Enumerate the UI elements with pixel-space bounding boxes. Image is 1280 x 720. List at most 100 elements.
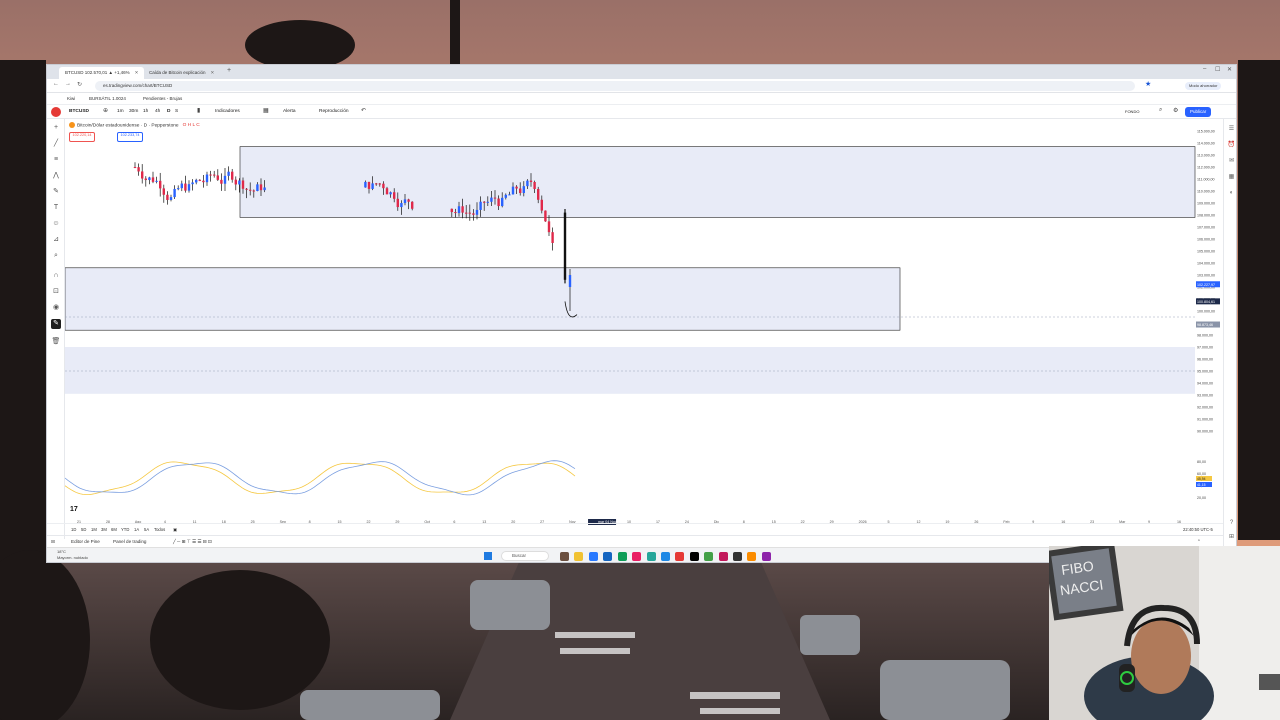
add-symbol-icon[interactable]: ⊕ <box>103 107 108 114</box>
chat-icon[interactable]: ✉ <box>1227 157 1236 166</box>
fib-icon[interactable]: ≡ <box>51 155 61 165</box>
grid-icon[interactable]: ⊞ <box>1227 533 1236 542</box>
bookmark-item[interactable]: BURSÁTIL 1.0024 <box>89 95 126 103</box>
taskbar-search[interactable]: Buscar <box>501 551 549 561</box>
settings-icon[interactable]: ⚙ <box>1173 107 1178 114</box>
forward-icon[interactable]: → <box>65 81 71 87</box>
url-input[interactable]: es.tradingview.com/chart/BTCUSD <box>95 81 1135 91</box>
close-window-icon[interactable]: ✕ <box>1227 66 1232 73</box>
edge-icon[interactable] <box>589 552 598 561</box>
calendar-range-icon[interactable]: ▣ <box>173 526 177 534</box>
profile-button[interactable]: Modo ahorrador <box>1185 82 1222 90</box>
active-tool-icon[interactable]: ✎ <box>51 319 61 329</box>
file-explorer-icon[interactable] <box>574 552 583 561</box>
pine-editor-tab[interactable]: Editor de Pine <box>71 538 100 546</box>
range-all[interactable]: Todos <box>154 526 165 534</box>
bookmark-item[interactable]: Pendientes - Brujas <box>143 95 182 103</box>
tab-article[interactable]: Caída de Bitcoin explicación ✕ <box>143 67 220 79</box>
range-5d[interactable]: 5D <box>81 526 86 534</box>
drawing-tools-strip[interactable]: ╱ ─ ⊞ ⊤ ☰ ☰ ⊟ ⊡ <box>173 538 212 546</box>
taskview-icon[interactable] <box>560 552 569 561</box>
price-axis-label: 98.000,00 <box>1197 334 1213 338</box>
instagram-icon[interactable] <box>719 552 728 561</box>
netflix-icon[interactable] <box>675 552 684 561</box>
candle-body <box>472 213 475 215</box>
alert-button[interactable]: Alerta <box>283 108 296 116</box>
reload-icon[interactable]: ↻ <box>77 81 82 88</box>
zoom-icon[interactable]: ⌕ <box>51 251 61 261</box>
interval-30m[interactable]: 30m <box>129 108 138 116</box>
range-1m[interactable]: 1M <box>91 526 97 534</box>
store-icon[interactable] <box>603 552 612 561</box>
ideas-icon[interactable]: ◐ <box>1227 189 1236 198</box>
candle-body <box>256 184 259 192</box>
interval-4h[interactable]: 4h <box>155 108 160 116</box>
tab-btcusd[interactable]: BTCUSD 102.570,01 ▲ +1,46% ✕ <box>59 67 145 79</box>
crosshair-icon[interactable]: + <box>51 123 61 133</box>
range-1d[interactable]: 1D <box>71 526 76 534</box>
candles-icon[interactable]: ▮ <box>197 107 200 114</box>
range-5a[interactable]: 5A <box>144 526 149 534</box>
candle-body <box>367 181 371 189</box>
app-icon[interactable] <box>747 552 756 561</box>
help-icon[interactable]: ? <box>1227 519 1236 528</box>
maximize-icon[interactable]: ☐ <box>1215 66 1220 73</box>
calendar-icon[interactable]: ▦ <box>1227 173 1236 182</box>
minimize-icon[interactable]: – <box>1203 66 1206 72</box>
close-icon[interactable]: ✕ <box>211 70 215 75</box>
trading-panel-tab[interactable]: Panel de trading <box>113 538 146 546</box>
tv-logo-icon[interactable] <box>51 107 61 117</box>
back-icon[interactable]: ← <box>53 81 59 87</box>
undo-icon[interactable]: ↶ <box>361 107 366 114</box>
symbol-search[interactable]: BTCUSD <box>69 108 89 116</box>
lock-icon[interactable]: ⊡ <box>51 287 61 297</box>
chrome-icon[interactable] <box>618 552 627 561</box>
bookmark-item[interactable]: Kiwi <box>67 95 75 103</box>
indicators-button[interactable]: Indicadores <box>215 108 240 116</box>
interval-1h[interactable]: 1h <box>143 108 148 116</box>
range-ytd[interactable]: YTD <box>121 526 129 534</box>
tradingview-app-icon[interactable] <box>733 552 742 561</box>
ruler-icon[interactable]: ⊿ <box>51 235 61 245</box>
collapse-icon[interactable]: ⌃ <box>1197 538 1201 546</box>
app-icon[interactable] <box>762 552 771 561</box>
replay-button[interactable]: Reproducción <box>319 108 349 116</box>
screener-icon[interactable]: ⊟ <box>51 538 55 546</box>
app-icon[interactable] <box>647 552 656 561</box>
alerts-icon[interactable]: ⏰ <box>1227 141 1236 150</box>
spotify-icon[interactable] <box>704 552 713 561</box>
close-icon[interactable]: ✕ <box>135 70 139 75</box>
pattern-icon[interactable]: ⋀ <box>51 171 61 181</box>
tiktok-icon[interactable] <box>690 552 699 561</box>
range-3m[interactable]: 3M <box>101 526 107 534</box>
interval-s[interactable]: S <box>175 108 178 116</box>
search-icon[interactable]: ⌕ <box>1159 107 1162 114</box>
watchlist-icon[interactable]: ☰ <box>1227 125 1236 134</box>
text-icon[interactable]: T <box>51 203 61 213</box>
brush-icon[interactable]: ✎ <box>51 187 61 197</box>
candle-body <box>151 177 155 182</box>
range-1a[interactable]: 1A <box>134 526 139 534</box>
range-6m[interactable]: 6M <box>111 526 117 534</box>
smiley-icon[interactable]: ☺ <box>51 219 61 229</box>
magnet-icon[interactable]: ∩ <box>51 271 61 281</box>
trash-icon[interactable]: 🗑 <box>51 337 61 347</box>
price-chart[interactable]: 115.000,00 114.000,00 113.000,00 112.000,00… <box>65 119 1223 539</box>
layout-name[interactable]: FONDO <box>1125 108 1139 116</box>
interval-1m[interactable]: 1m <box>117 108 124 116</box>
buy-price-button[interactable]: 102.233,74 <box>117 132 143 142</box>
interval-d[interactable]: D <box>167 108 170 116</box>
app-icon[interactable] <box>661 552 670 561</box>
sell-price-button[interactable]: 102.220,14 <box>69 132 95 142</box>
app-icon[interactable] <box>632 552 641 561</box>
windows-start-icon[interactable] <box>484 552 492 560</box>
bookmark-star-icon[interactable]: ★ <box>1145 80 1151 88</box>
candle-body <box>231 171 234 180</box>
trendline-icon[interactable]: ╱ <box>51 139 61 149</box>
publish-button[interactable]: Publicar <box>1185 107 1212 117</box>
eye-icon[interactable]: ◉ <box>51 303 61 313</box>
new-tab-icon[interactable]: + <box>227 67 231 74</box>
candle-body <box>162 188 165 195</box>
templates-icon[interactable]: ▦ <box>263 107 269 114</box>
weather-widget[interactable]: 18°C Mayorm. nublado <box>57 549 88 561</box>
